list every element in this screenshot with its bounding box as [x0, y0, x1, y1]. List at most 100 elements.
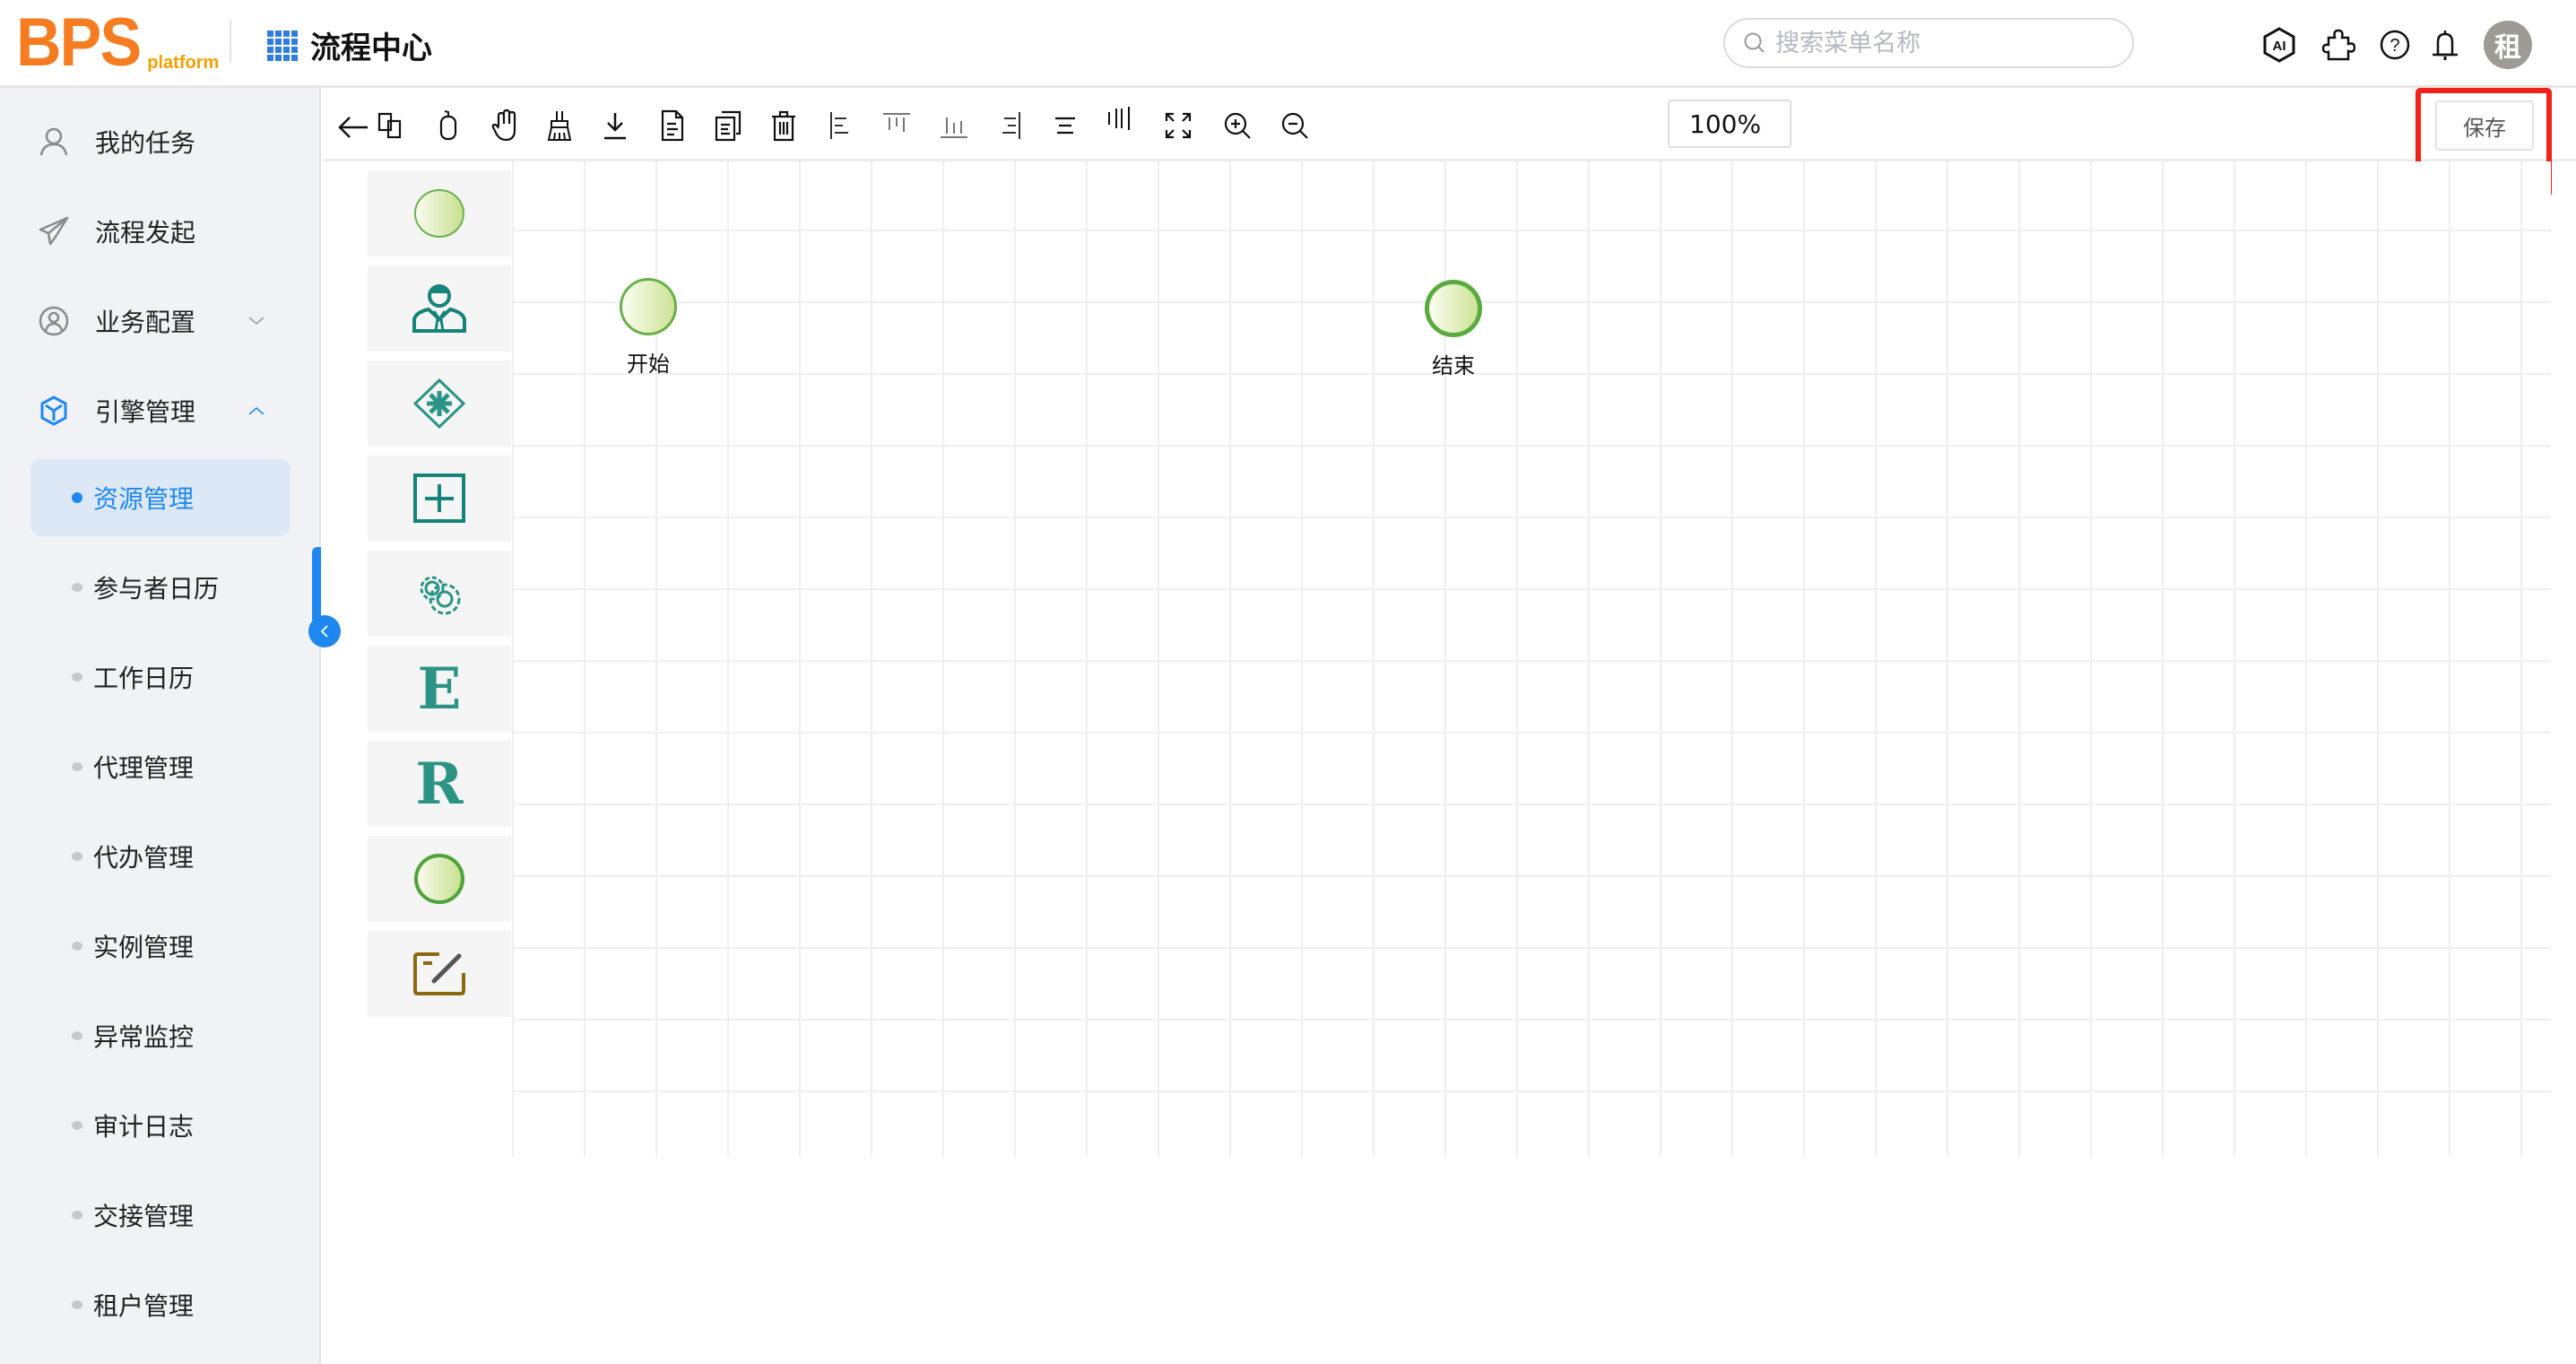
- palette-sub-process[interactable]: [368, 456, 511, 542]
- copy-link-icon: [377, 112, 402, 139]
- download-button[interactable]: [597, 108, 633, 143]
- bpmn-canvas[interactable]: 开始 结束: [512, 161, 2551, 1157]
- edit-icon: [413, 952, 465, 995]
- sidebar-subitem-audit-log[interactable]: 审计日志: [30, 1087, 291, 1164]
- sidebar-subitem-label: 实例管理: [93, 933, 195, 962]
- sidebar-subitem-instance-management[interactable]: 实例管理: [30, 908, 291, 985]
- sidebar-collapse-button[interactable]: [308, 615, 341, 647]
- node-label: 开始: [627, 352, 670, 377]
- align-top-button[interactable]: [879, 108, 915, 143]
- sidebar-subitem-participant-calendar[interactable]: 参与者日历: [30, 549, 291, 626]
- chevron-up-icon[interactable]: [247, 402, 265, 420]
- copy-button[interactable]: [373, 108, 409, 143]
- app-grid-icon[interactable]: [267, 30, 298, 61]
- sidebar-item-business-config[interactable]: 业务配置: [0, 294, 319, 348]
- sidebar-subitem-agent-management[interactable]: 代理管理: [30, 728, 291, 805]
- arrow-left-icon: [338, 117, 368, 138]
- sidebar: 我的任务 流程发起 业务配置 引擎管理 资源管理 参与者日历 工作日历 代理管理…: [0, 88, 321, 1364]
- start-event-node[interactable]: 开始: [620, 278, 677, 378]
- sidebar-subitem-label: 工作日历: [93, 664, 195, 693]
- top-header: BPS platform 流程中心 AI: [0, 0, 2576, 88]
- align-right-icon: [1002, 112, 1020, 139]
- end-event-circle[interactable]: [1425, 280, 1482, 337]
- sidebar-item-label: 业务配置: [95, 308, 196, 337]
- select-tool-button[interactable]: [430, 108, 466, 143]
- palette-service-task[interactable]: [368, 551, 511, 637]
- trash-icon: [772, 110, 795, 142]
- help-icon[interactable]: ?: [2377, 27, 2413, 63]
- zoom-level-field[interactable]: 100%: [1668, 100, 1791, 148]
- zoom-out-button[interactable]: [1277, 108, 1313, 143]
- sidebar-subitem-label: 参与者日历: [93, 574, 220, 604]
- start-event-icon: [414, 189, 464, 238]
- zoom-out-icon: [1281, 112, 1308, 139]
- align-center-icon: [1055, 117, 1075, 135]
- user-task-icon: [412, 284, 466, 333]
- sidebar-subitem-exception-monitor[interactable]: 异常监控: [30, 997, 291, 1074]
- sidebar-subitem-label: 审计日志: [93, 1112, 195, 1142]
- align-right-button[interactable]: [992, 108, 1028, 143]
- gateway-icon: [412, 378, 466, 429]
- palette-end-event[interactable]: [368, 836, 511, 922]
- logo-sub-text: platform: [147, 53, 220, 73]
- letter-e-icon: E: [417, 655, 462, 723]
- align-center-horizontal-button[interactable]: [1047, 108, 1083, 143]
- bullet-dot: [72, 673, 82, 682]
- sidebar-item-label: 流程发起: [95, 218, 196, 248]
- bell-icon[interactable]: [2427, 27, 2463, 63]
- sub-process-icon: [413, 473, 465, 523]
- hand-tool-button[interactable]: [488, 108, 524, 143]
- ai-icon[interactable]: AI: [2261, 27, 2297, 63]
- clean-button[interactable]: [542, 108, 577, 143]
- sidebar-subitem-label: 异常监控: [93, 1022, 195, 1052]
- app-root: BPS platform 流程中心 AI: [0, 0, 2576, 1364]
- palette-e-task[interactable]: E: [368, 646, 511, 732]
- sidebar-subitem-proxy-management[interactable]: 代办管理: [30, 818, 291, 895]
- chevron-left-icon: [320, 625, 328, 638]
- align-bottom-button[interactable]: [936, 108, 972, 143]
- sidebar-subitem-label: 交接管理: [93, 1202, 195, 1231]
- fit-screen-button[interactable]: [1160, 108, 1196, 143]
- sidebar-item-engine-management[interactable]: 引擎管理: [0, 384, 319, 438]
- sidebar-subitem-handover-management[interactable]: 交接管理: [30, 1177, 291, 1254]
- document-icon: [661, 109, 684, 142]
- palette-user-task[interactable]: [368, 265, 511, 352]
- node-label: 结束: [1432, 353, 1475, 378]
- app-title[interactable]: 流程中心: [267, 23, 432, 67]
- end-event-node[interactable]: 结束: [1425, 280, 1482, 379]
- menu-search[interactable]: [1723, 18, 2134, 68]
- search-input[interactable]: [1775, 29, 2098, 57]
- chevron-down-icon[interactable]: [247, 312, 265, 330]
- sidebar-item-start-process[interactable]: 流程发起: [0, 204, 319, 258]
- start-event-circle[interactable]: [620, 278, 677, 335]
- align-left-button[interactable]: [823, 108, 859, 143]
- palette-start-event[interactable]: [368, 170, 511, 256]
- sidebar-subitem-label: 资源管理: [93, 484, 195, 514]
- palette-annotation[interactable]: [368, 931, 511, 1017]
- svg-text:?: ?: [2390, 36, 2399, 56]
- sidebar-subitem-resource-management[interactable]: 资源管理: [30, 459, 291, 536]
- sidebar-subitem-work-calendar[interactable]: 工作日历: [30, 639, 291, 716]
- sidebar-subitem-tenant-management[interactable]: 租户管理: [30, 1266, 291, 1343]
- bps-logo[interactable]: BPS platform: [16, 9, 219, 77]
- delete-button[interactable]: [766, 108, 802, 143]
- align-middle-icon: [1108, 107, 1130, 130]
- cube-icon: [40, 395, 67, 426]
- zoom-in-button[interactable]: [1219, 108, 1255, 143]
- bullet-dot: [72, 942, 82, 951]
- user-icon: [39, 127, 68, 156]
- sidebar-item-label: 我的任务: [95, 128, 196, 158]
- hand-icon: [491, 109, 516, 142]
- back-button[interactable]: [335, 109, 371, 145]
- palette-r-task[interactable]: R: [368, 741, 511, 827]
- palette-gateway[interactable]: [368, 361, 511, 447]
- sidebar-subitem-label: 租户管理: [93, 1291, 195, 1321]
- xml-view-button[interactable]: [655, 108, 690, 143]
- letter-r-icon: R: [415, 750, 464, 818]
- header-divider: [230, 20, 231, 63]
- user-avatar[interactable]: 租: [2484, 21, 2532, 69]
- json-view-button[interactable]: [710, 108, 746, 143]
- plugin-icon[interactable]: [2320, 27, 2356, 63]
- align-center-vertical-button[interactable]: [1101, 102, 1137, 138]
- sidebar-item-my-tasks[interactable]: 我的任务: [0, 115, 319, 169]
